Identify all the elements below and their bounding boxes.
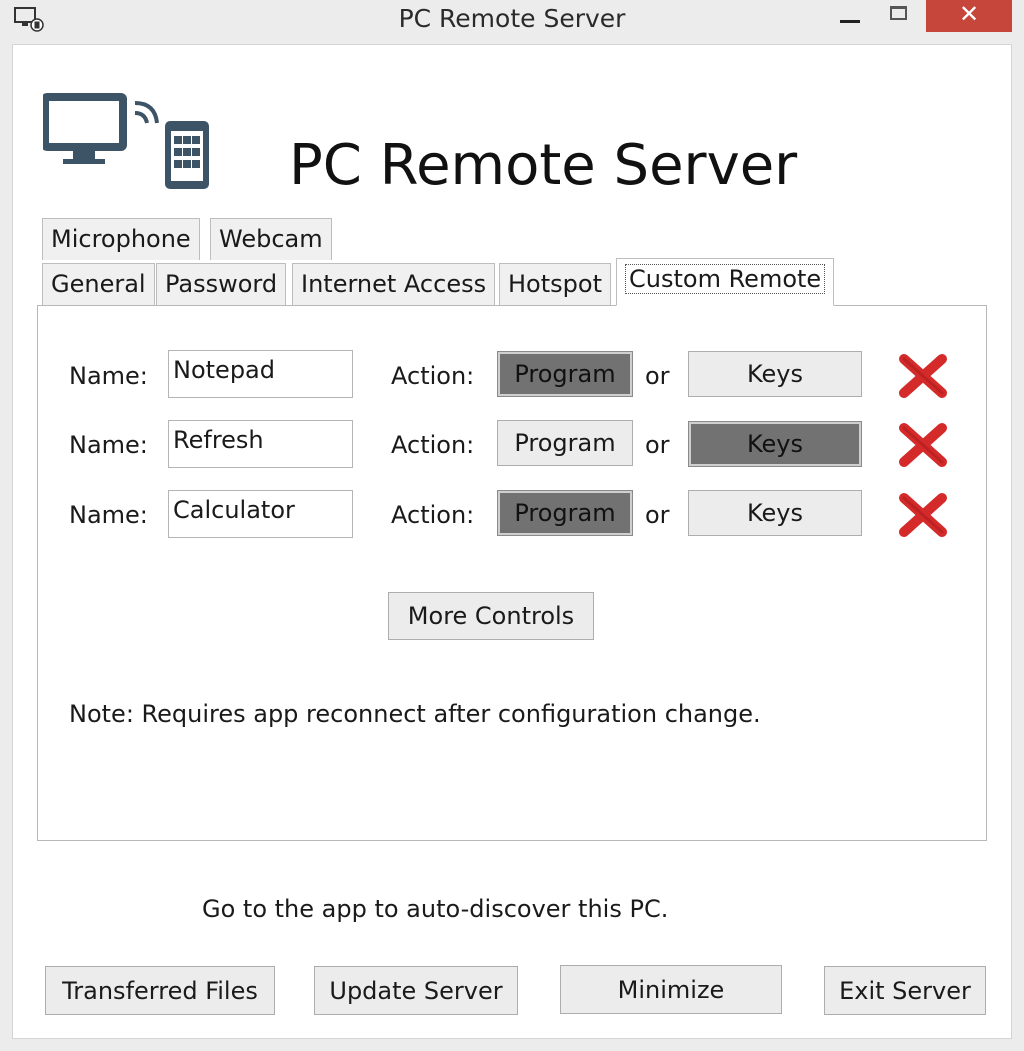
update-server-button[interactable]: Update Server: [314, 966, 518, 1015]
maximize-window-button[interactable]: [880, 0, 924, 36]
minimize-button[interactable]: Minimize: [560, 965, 782, 1014]
close-window-button[interactable]: ✕: [926, 0, 1012, 32]
program-button-3[interactable]: Program: [497, 490, 633, 536]
tab-custom-remote[interactable]: Custom Remote: [616, 258, 835, 306]
or-label: or: [645, 431, 670, 459]
program-button-2[interactable]: Program: [497, 420, 633, 466]
more-controls-button[interactable]: More Controls: [388, 592, 594, 640]
tab-label: Internet Access: [301, 270, 487, 298]
name-label: Name:: [69, 501, 148, 529]
tab-label: General: [51, 270, 146, 298]
tab-label: Webcam: [219, 225, 323, 253]
transferred-files-button[interactable]: Transferred Files: [45, 966, 275, 1015]
tab-microphone[interactable]: Microphone: [42, 218, 200, 260]
discover-hint: Go to the app to auto-discover this PC.: [202, 895, 669, 923]
tab-label: Password: [165, 270, 278, 298]
close-icon: ✕: [958, 0, 980, 28]
minimize-window-button[interactable]: [828, 0, 872, 36]
keys-button-3[interactable]: Keys: [688, 490, 862, 536]
or-label: or: [645, 501, 670, 529]
action-label: Action:: [391, 501, 475, 529]
delete-icon[interactable]: [896, 351, 950, 401]
tab-hotspot[interactable]: Hotspot: [499, 263, 611, 305]
maximize-icon: [890, 6, 907, 20]
main-content: PC Remote Server Microphone Webcam Gener…: [12, 44, 1012, 1039]
or-label: or: [645, 362, 670, 390]
tab-general[interactable]: General: [42, 263, 155, 305]
app-heading: PC Remote Server: [289, 133, 798, 198]
tab-label: Hotspot: [508, 270, 602, 298]
action-label: Action:: [391, 362, 475, 390]
name-input-1[interactable]: [168, 350, 353, 398]
delete-icon[interactable]: [896, 490, 950, 540]
name-input-2[interactable]: [168, 420, 353, 468]
name-label: Name:: [69, 431, 148, 459]
computer-phone-wireless-icon: [43, 93, 209, 189]
tab-label: Custom Remote: [625, 264, 826, 294]
tab-webcam[interactable]: Webcam: [210, 218, 332, 260]
config-note: Note: Requires app reconnect after confi…: [69, 700, 761, 728]
action-label: Action:: [391, 431, 475, 459]
keys-button-1[interactable]: Keys: [688, 351, 862, 397]
tab-label: Microphone: [51, 225, 191, 253]
tab-internet-access[interactable]: Internet Access: [292, 263, 496, 305]
name-label: Name:: [69, 362, 148, 390]
name-input-3[interactable]: [168, 490, 353, 538]
app-window: PC Remote Server ✕ PC Remote Server Micr…: [0, 0, 1024, 1051]
minimize-icon: [840, 20, 860, 23]
tab-password[interactable]: Password: [156, 263, 287, 305]
keys-button-2[interactable]: Keys: [688, 421, 862, 467]
exit-server-button[interactable]: Exit Server: [824, 966, 986, 1015]
delete-icon[interactable]: [896, 420, 950, 470]
program-button-1[interactable]: Program: [497, 351, 633, 397]
title-bar[interactable]: PC Remote Server ✕: [0, 0, 1024, 44]
custom-remote-panel: Name: Action: Program or Keys Name: Acti…: [37, 305, 987, 841]
